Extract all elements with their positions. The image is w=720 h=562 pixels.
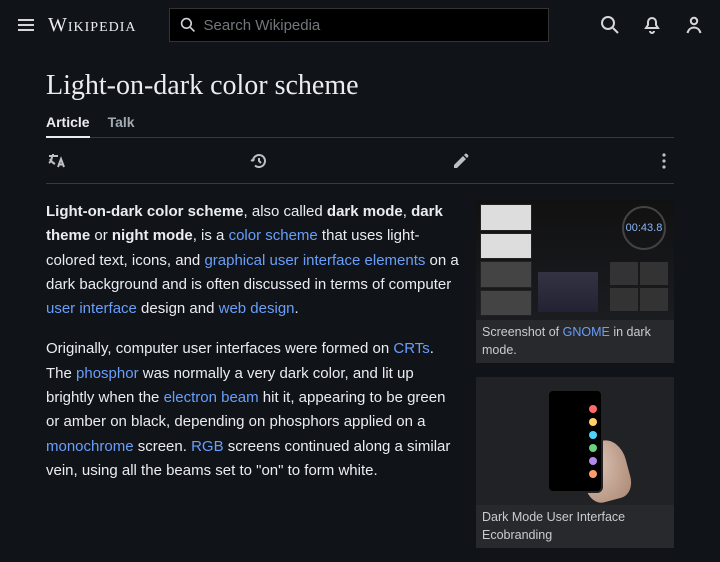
header-actions <box>600 15 704 35</box>
link-monochrome[interactable]: monochrome <box>46 438 134 455</box>
history-icon[interactable] <box>249 151 269 171</box>
language-icon[interactable] <box>46 151 66 171</box>
intro-paragraph: Light-on-dark color scheme, also called … <box>46 200 460 321</box>
tab-talk[interactable]: Talk <box>108 114 135 137</box>
link-color-scheme[interactable]: color scheme <box>229 227 318 244</box>
link-gui-elements[interactable]: graphical user interface elements <box>204 252 425 269</box>
figure-sidebar: 00:43.8 Screenshot of GNOME in dark mode… <box>476 200 674 562</box>
term-bold: night mode <box>112 227 193 244</box>
search-box[interactable] <box>169 8 549 42</box>
article-content: Light-on-dark color scheme, also called … <box>46 200 674 562</box>
page-body: Light-on-dark color scheme Article Talk … <box>0 50 720 562</box>
tab-article[interactable]: Article <box>46 114 90 138</box>
term-bold: Light-on-dark color scheme <box>46 203 244 220</box>
article-body: Light-on-dark color scheme, also called … <box>46 200 460 562</box>
page-tabs: Article Talk <box>46 114 674 138</box>
figure-phone-image <box>476 377 674 505</box>
user-icon[interactable] <box>684 15 704 35</box>
link-web-design[interactable]: web design <box>219 300 295 317</box>
more-icon[interactable] <box>654 151 674 171</box>
figure-phone[interactable]: Dark Mode User Interface Ecobranding <box>476 377 674 548</box>
bell-icon[interactable] <box>642 15 662 35</box>
link-crts[interactable]: CRTs <box>393 340 429 357</box>
figure-phone-caption: Dark Mode User Interface Ecobranding <box>476 505 674 548</box>
phone-mock <box>547 389 603 493</box>
gnome-clock-text: 00:43.8 <box>622 206 666 250</box>
search-button-icon[interactable] <box>600 15 620 35</box>
term-bold: dark mode <box>327 203 403 220</box>
app-header: Wikipedia <box>0 0 720 50</box>
link-electron-beam[interactable]: electron beam <box>164 389 259 406</box>
link-phosphor[interactable]: phosphor <box>76 365 139 382</box>
figure-gnome[interactable]: 00:43.8 Screenshot of GNOME in dark mode… <box>476 200 674 363</box>
menu-icon[interactable] <box>16 15 36 35</box>
search-input[interactable] <box>204 17 538 34</box>
figure-gnome-image: 00:43.8 <box>476 200 674 320</box>
search-icon <box>180 17 196 33</box>
link-rgb[interactable]: RGB <box>191 438 224 455</box>
page-title: Light-on-dark color scheme <box>46 70 674 102</box>
page-toolbar <box>46 138 674 184</box>
history-paragraph: Originally, computer user interfaces wer… <box>46 337 460 483</box>
edit-icon[interactable] <box>451 151 471 171</box>
wikipedia-logo[interactable]: Wikipedia <box>48 14 137 37</box>
link-user-interface[interactable]: user interface <box>46 300 137 317</box>
link-gnome[interactable]: GNOME <box>563 325 610 339</box>
figure-gnome-caption: Screenshot of GNOME in dark mode. <box>476 320 674 363</box>
